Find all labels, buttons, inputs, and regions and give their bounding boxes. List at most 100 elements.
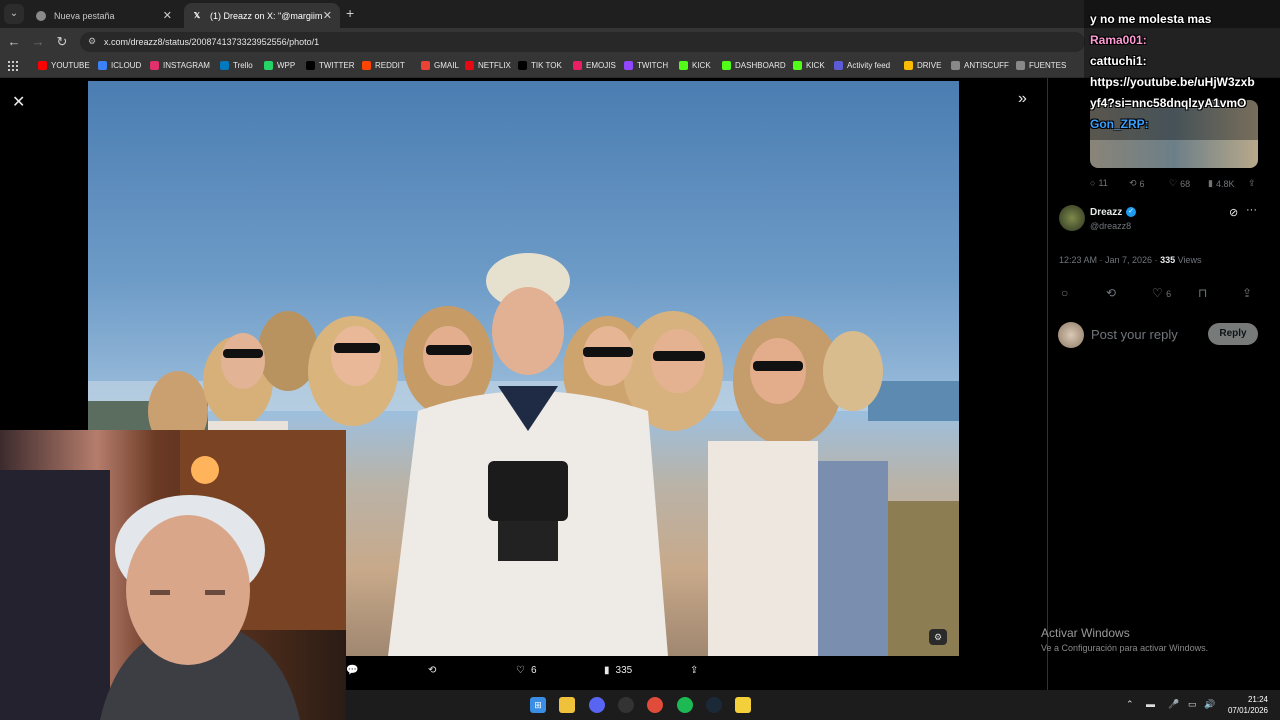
bookmark-icon[interactable]: ⊓	[1198, 286, 1207, 300]
taskbar-clock[interactable]: 21:24 07/01/2026	[1222, 694, 1268, 716]
author-avatar[interactable]	[1059, 205, 1085, 231]
close-tab-icon[interactable]: ✕	[323, 9, 332, 22]
metric-replies[interactable]: ○ 11	[1090, 178, 1108, 188]
windows-activation-title: Activar Windows	[1041, 626, 1130, 640]
bookmark-netflix[interactable]: NETFLIX	[465, 61, 511, 70]
heart-icon: ♡	[1169, 178, 1178, 188]
volume-icon[interactable]: 🔊	[1204, 699, 1215, 710]
tab-new-tab[interactable]: Nueva pestaña ✕	[28, 3, 180, 28]
bookmark-antiscuff[interactable]: ANTISCUFF	[951, 61, 1009, 70]
like-action[interactable]: ♡ 6	[516, 665, 537, 676]
tray-chevron-icon[interactable]: ⌃	[1126, 699, 1134, 710]
bookmark-twitch[interactable]: TWITCH	[624, 61, 668, 70]
cloud-icon	[98, 61, 107, 70]
bookmark-twitter[interactable]: TWITTER	[306, 61, 355, 70]
more-options-icon[interactable]: ···	[1246, 204, 1257, 216]
tab-x-post[interactable]: 𝕏 (1) Dreazz on X: "@margiim_h ✕	[184, 3, 340, 28]
collapse-sidebar-icon[interactable]: »	[1018, 90, 1027, 108]
site-info-icon[interactable]: ⚙	[88, 36, 96, 47]
bookmark-label: KICK	[806, 61, 825, 70]
bookmark-wpp[interactable]: WPP	[264, 61, 295, 70]
bookmark-youtube[interactable]: YOUTUBE	[38, 61, 90, 70]
chat-username: Rama001:	[1090, 33, 1147, 47]
webcam-illustration	[0, 430, 346, 720]
replies-count: 11	[1098, 178, 1108, 188]
grok-icon[interactable]: ⊘	[1229, 206, 1238, 219]
tab-title: (1) Dreazz on X: "@margiim_h	[210, 10, 322, 21]
bookmark-icloud[interactable]: ICLOUD	[98, 61, 141, 70]
file-explorer-icon[interactable]	[559, 697, 575, 713]
like-button[interactable]: ♡ 6	[1152, 286, 1171, 300]
back-button[interactable]: ←	[6, 34, 22, 49]
tray-flag-icon[interactable]: ▬	[1146, 699, 1155, 709]
close-media-icon[interactable]: ✕	[12, 92, 25, 112]
verified-badge-icon: ✓	[1126, 207, 1136, 217]
bookmark-kick[interactable]: KICK	[793, 61, 825, 70]
sticky-notes-icon[interactable]	[735, 697, 751, 713]
bookmark-label: DRIVE	[917, 61, 942, 70]
bookmark-fuentes[interactable]: FUENTES	[1016, 61, 1066, 70]
steam-icon[interactable]	[706, 697, 722, 713]
network-icon[interactable]: ▭	[1188, 699, 1197, 710]
bookmark-tik-tok[interactable]: TIK TOK	[518, 61, 562, 70]
reply-button[interactable]: Reply	[1208, 323, 1258, 345]
share-action[interactable]: ⇪	[690, 665, 698, 676]
bookmark-label: Trello	[233, 61, 253, 70]
reply-action[interactable]: 💬	[346, 665, 358, 676]
clock-time: 21:24	[1247, 695, 1268, 704]
chat-link: https://youtube.be/uHjW3zxb	[1090, 75, 1255, 89]
repost-action[interactable]: ⟲	[428, 665, 436, 676]
kick-icon	[679, 61, 688, 70]
reposts-count: 6	[1139, 178, 1145, 189]
analytics-icon: ▮	[1208, 178, 1213, 188]
windows-start-icon[interactable]: ⊞	[530, 697, 546, 713]
bookmark-reddit[interactable]: REDDIT	[362, 61, 405, 70]
metric-likes[interactable]: ♡ 68	[1169, 178, 1190, 189]
app-icon[interactable]	[618, 697, 634, 713]
bookmark-label: DASHBOARD	[735, 61, 786, 70]
author-handle[interactable]: @dreazz8	[1090, 221, 1131, 231]
reload-button[interactable]: ↻	[54, 34, 70, 50]
chrome-icon[interactable]	[647, 697, 663, 713]
microphone-icon[interactable]: 🎤	[1168, 699, 1179, 710]
bookmark-kick[interactable]: KICK	[679, 61, 711, 70]
reply-input[interactable]: Post your reply	[1091, 327, 1178, 342]
bookmark-label: INSTAGRAM	[163, 61, 210, 70]
bookmark-drive[interactable]: DRIVE	[904, 61, 941, 70]
repost-icon[interactable]: ⟲	[1106, 286, 1116, 300]
address-bar[interactable]: x.com/dreazz8/status/2008741373323952556…	[80, 32, 1085, 52]
metric-reposts[interactable]: ⟲ 6	[1129, 178, 1145, 189]
repost-icon: ⟲	[428, 665, 437, 676]
bookmark-trello[interactable]: Trello	[220, 61, 253, 70]
share-icon[interactable]: ⇪	[1242, 286, 1252, 300]
share-icon: ⇪	[690, 665, 699, 676]
reddit-icon	[362, 61, 371, 70]
new-tab-button[interactable]: +	[346, 5, 354, 21]
whatsapp-icon	[264, 61, 273, 70]
spotify-icon[interactable]	[677, 697, 693, 713]
views-count: 335	[615, 665, 633, 676]
image-settings-icon[interactable]: ⚙	[929, 629, 947, 645]
reply-icon[interactable]: ○	[1061, 286, 1068, 300]
x-icon	[306, 61, 315, 70]
apps-grid-icon[interactable]	[8, 61, 18, 71]
bookmark-dashboard[interactable]: DASHBOARD	[722, 61, 786, 70]
metric-views[interactable]: ▮ 4.8K	[1208, 178, 1234, 189]
close-tab-icon[interactable]: ✕	[163, 9, 172, 22]
views-action[interactable]: ▮ 335	[604, 665, 632, 676]
bookmark-label: ANTISCUFF	[964, 61, 1009, 70]
bookmark-instagram[interactable]: INSTAGRAM	[150, 61, 210, 70]
bookmark-label: TIK TOK	[531, 61, 562, 70]
share-icon[interactable]: ⇪	[1248, 178, 1256, 189]
tab-search-button[interactable]: ⌄	[4, 4, 24, 24]
heart-icon: ♡	[516, 665, 525, 676]
views-label: Views	[1175, 255, 1202, 265]
bookmark-label: FUENTES	[1029, 61, 1067, 70]
bookmark-activity-feed[interactable]: Activity feed	[834, 61, 890, 70]
tab-title: Nueva pestaña	[54, 10, 115, 21]
discord-icon[interactable]	[589, 697, 605, 713]
bookmark-gmail[interactable]: GMAIL	[421, 61, 459, 70]
bookmark-emojis[interactable]: EMOJIS	[573, 61, 616, 70]
forward-button[interactable]: →	[30, 34, 46, 49]
author-name[interactable]: Dreazz	[1090, 207, 1122, 218]
